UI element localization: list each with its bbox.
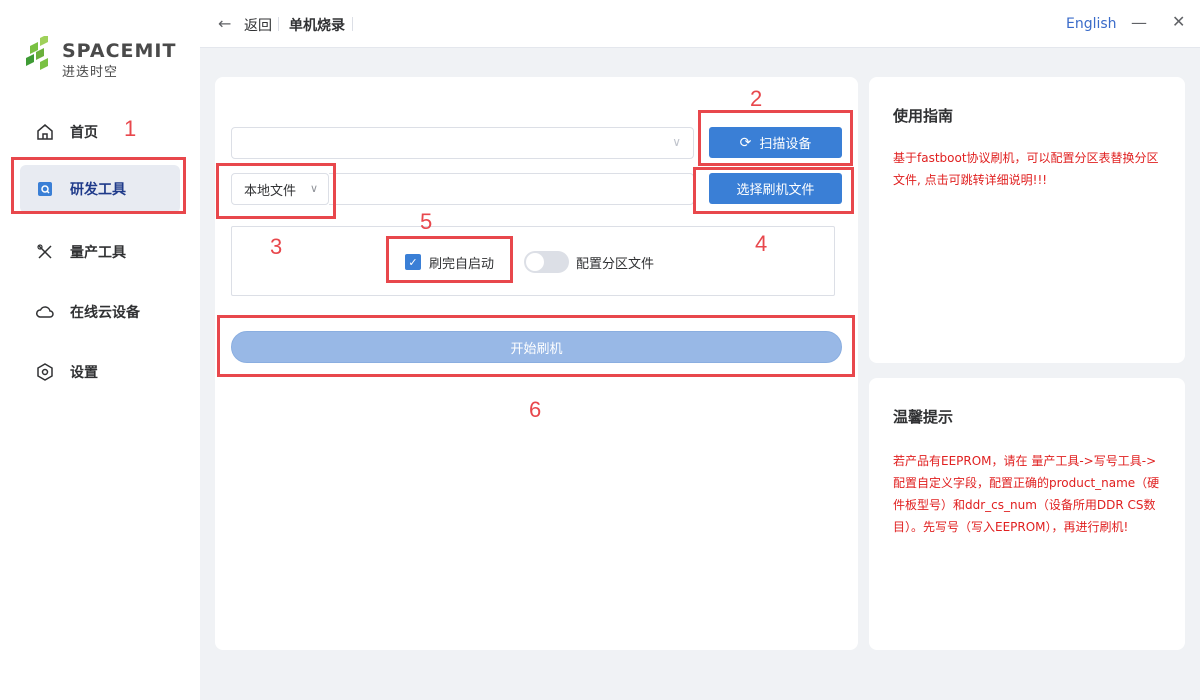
sidebar-item-settings[interactable]: 设置 xyxy=(20,348,180,396)
annotation-box xyxy=(693,167,854,214)
annotation-number: 6 xyxy=(529,397,542,422)
annotation-box xyxy=(386,236,513,283)
sidebar: SPACEMIT 进迭时空 首页 研发工具 量产工具 在线云设备 设置 xyxy=(0,0,200,700)
tips-text: 若产品有EEPROM，请在 量产工具->写号工具->配置自定义字段，配置正确的p… xyxy=(893,454,1160,534)
partition-config-toggle[interactable] xyxy=(524,251,569,273)
device-select[interactable]: ∨ xyxy=(231,127,694,159)
annotation-box xyxy=(216,163,336,219)
sidebar-item-cloud-devices[interactable]: 在线云设备 xyxy=(20,288,180,336)
annotation-number: 3 xyxy=(270,234,283,259)
back-arrow-icon[interactable]: ← xyxy=(218,14,238,34)
annotation-number: 1 xyxy=(124,116,137,141)
guide-title: 使用指南 xyxy=(893,107,954,125)
sidebar-item-label: 设置 xyxy=(70,365,98,381)
annotation-box xyxy=(11,157,186,214)
production-tools-icon xyxy=(36,243,54,261)
language-switch[interactable]: English xyxy=(1066,16,1117,32)
annotation-number: 4 xyxy=(755,231,768,256)
minimize-icon[interactable]: — xyxy=(1131,13,1147,32)
settings-icon xyxy=(36,363,54,381)
partition-config-label: 配置分区文件 xyxy=(576,257,655,272)
chevron-down-icon: ∨ xyxy=(672,135,681,149)
home-icon xyxy=(36,123,54,141)
annotation-box xyxy=(217,315,855,377)
sidebar-item-label: 在线云设备 xyxy=(70,305,140,321)
logo-mark-icon xyxy=(26,36,48,70)
annotation-box xyxy=(698,110,853,166)
logo-subtitle: 进迭时空 xyxy=(62,65,119,80)
header-divider xyxy=(278,17,279,31)
sidebar-item-label: 首页 xyxy=(70,125,98,141)
close-icon[interactable]: ✕ xyxy=(1172,12,1185,31)
guide-link-text[interactable]: 基于fastboot协议刷机，可以配置分区表替换分区文件, 点击可跳转详细说明!… xyxy=(893,147,1163,191)
back-button[interactable]: 返回 xyxy=(244,15,272,35)
tips-card: 温馨提示 若产品有EEPROM，请在 量产工具->写号工具->配置自定义字段，配… xyxy=(869,378,1185,650)
file-path-input[interactable] xyxy=(329,173,694,205)
spacemit-logo: SPACEMIT 进迭时空 xyxy=(26,36,186,80)
page-title: 单机烧录 xyxy=(289,18,345,34)
tips-title: 温馨提示 xyxy=(893,408,954,426)
annotation-number: 2 xyxy=(750,86,763,111)
header-divider xyxy=(352,17,353,31)
toggle-knob xyxy=(526,253,544,271)
cloud-icon xyxy=(36,303,54,321)
sidebar-item-production-tools[interactable]: 量产工具 xyxy=(20,228,180,276)
annotation-number: 5 xyxy=(420,209,433,234)
sidebar-item-home[interactable]: 首页 xyxy=(20,108,180,156)
usage-guide-card: 使用指南 基于fastboot协议刷机，可以配置分区表替换分区文件, 点击可跳转… xyxy=(869,77,1185,363)
top-header: ← 返回 单机烧录 English — ✕ xyxy=(200,0,1200,48)
sidebar-item-label: 量产工具 xyxy=(70,245,126,261)
logo-brand-text: SPACEMIT xyxy=(62,40,177,62)
